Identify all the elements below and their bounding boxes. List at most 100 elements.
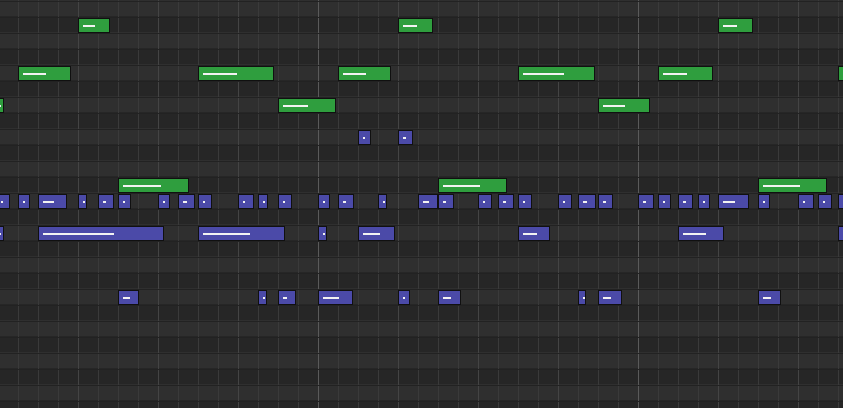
step-line — [618, 0, 619, 408]
green-note[interactable] — [118, 178, 189, 193]
blue-note[interactable] — [798, 194, 814, 209]
blue-note[interactable] — [838, 194, 843, 209]
blue-note[interactable] — [318, 194, 330, 209]
blue-note[interactable] — [758, 194, 770, 209]
pitch-lane-divider — [0, 33, 843, 34]
green-note[interactable] — [838, 66, 843, 81]
blue-note[interactable] — [278, 290, 296, 305]
blue-note[interactable] — [358, 130, 371, 145]
blue-note[interactable] — [438, 194, 454, 209]
blue-note[interactable] — [678, 194, 693, 209]
green-note[interactable] — [658, 66, 713, 81]
note-velocity-bar — [243, 201, 245, 203]
blue-note[interactable] — [698, 194, 710, 209]
blue-note[interactable] — [498, 194, 514, 209]
blue-note[interactable] — [78, 194, 87, 209]
step-line — [538, 0, 539, 408]
blue-note[interactable] — [118, 290, 139, 305]
note-velocity-bar — [203, 201, 205, 203]
piano-roll-grid[interactable] — [0, 0, 843, 408]
blue-note[interactable] — [178, 194, 195, 209]
blue-note[interactable] — [718, 194, 749, 209]
note-velocity-bar — [443, 185, 480, 187]
blue-note[interactable] — [118, 194, 131, 209]
blue-note[interactable] — [318, 290, 353, 305]
blue-note[interactable] — [518, 226, 550, 241]
blue-note[interactable] — [0, 226, 4, 241]
pitch-lane-divider — [0, 401, 843, 402]
green-note[interactable] — [78, 18, 110, 33]
blue-note[interactable] — [518, 194, 532, 209]
note-velocity-bar — [103, 201, 106, 203]
blue-note[interactable] — [0, 194, 10, 209]
green-note[interactable] — [198, 66, 274, 81]
blue-note[interactable] — [358, 226, 395, 241]
blue-note[interactable] — [758, 290, 781, 305]
step-line — [358, 0, 359, 408]
note-velocity-bar — [323, 233, 325, 235]
green-note[interactable] — [758, 178, 827, 193]
note-velocity-bar — [23, 73, 46, 75]
blue-note[interactable] — [38, 194, 67, 209]
blue-note[interactable] — [238, 194, 254, 209]
green-note[interactable] — [438, 178, 507, 193]
green-note[interactable] — [18, 66, 71, 81]
pitch-lane-divider — [0, 81, 843, 82]
blue-note[interactable] — [398, 290, 410, 305]
note-velocity-bar — [83, 25, 95, 27]
step-line — [138, 0, 139, 408]
note-velocity-bar — [683, 201, 686, 203]
note-velocity-bar — [703, 201, 705, 203]
green-note[interactable] — [278, 98, 336, 113]
blue-note[interactable] — [478, 194, 492, 209]
green-note[interactable] — [718, 18, 753, 33]
green-note[interactable] — [598, 98, 650, 113]
pitch-lane-divider — [0, 385, 843, 386]
blue-note[interactable] — [98, 194, 114, 209]
blue-note[interactable] — [638, 194, 654, 209]
blue-note[interactable] — [318, 226, 327, 241]
pitch-lane-divider — [0, 321, 843, 322]
blue-note[interactable] — [378, 194, 387, 209]
note-velocity-bar — [763, 201, 765, 203]
note-velocity-bar — [283, 201, 285, 203]
note-velocity-bar — [203, 233, 250, 235]
blue-note[interactable] — [438, 290, 461, 305]
green-note[interactable] — [0, 98, 4, 113]
blue-note[interactable] — [258, 194, 268, 209]
note-velocity-bar — [723, 25, 737, 27]
blue-note[interactable] — [418, 194, 438, 209]
note-velocity-bar — [383, 201, 385, 203]
note-velocity-bar — [323, 297, 339, 299]
blue-note[interactable] — [578, 194, 596, 209]
blue-note[interactable] — [398, 130, 413, 145]
note-velocity-bar — [283, 297, 287, 299]
blue-note[interactable] — [258, 290, 267, 305]
note-velocity-bar — [403, 297, 405, 299]
green-note[interactable] — [518, 66, 595, 81]
blue-note[interactable] — [158, 194, 170, 209]
blue-note[interactable] — [658, 194, 671, 209]
note-velocity-bar — [23, 201, 25, 203]
blue-note[interactable] — [198, 194, 212, 209]
blue-note[interactable] — [38, 226, 164, 241]
green-note[interactable] — [338, 66, 391, 81]
blue-note[interactable] — [338, 194, 354, 209]
note-velocity-bar — [403, 25, 417, 27]
note-velocity-bar — [603, 201, 606, 203]
blue-note[interactable] — [558, 194, 572, 209]
note-velocity-bar — [803, 201, 805, 203]
blue-note[interactable] — [598, 194, 613, 209]
note-velocity-bar — [263, 201, 265, 203]
blue-note[interactable] — [838, 226, 843, 241]
green-note[interactable] — [398, 18, 433, 33]
blue-note[interactable] — [678, 226, 724, 241]
blue-note[interactable] — [278, 194, 292, 209]
blue-note[interactable] — [598, 290, 622, 305]
blue-note[interactable] — [18, 194, 30, 209]
blue-note[interactable] — [578, 290, 586, 305]
note-velocity-bar — [583, 297, 585, 299]
blue-note[interactable] — [818, 194, 832, 209]
note-velocity-bar — [763, 185, 800, 187]
blue-note[interactable] — [198, 226, 285, 241]
